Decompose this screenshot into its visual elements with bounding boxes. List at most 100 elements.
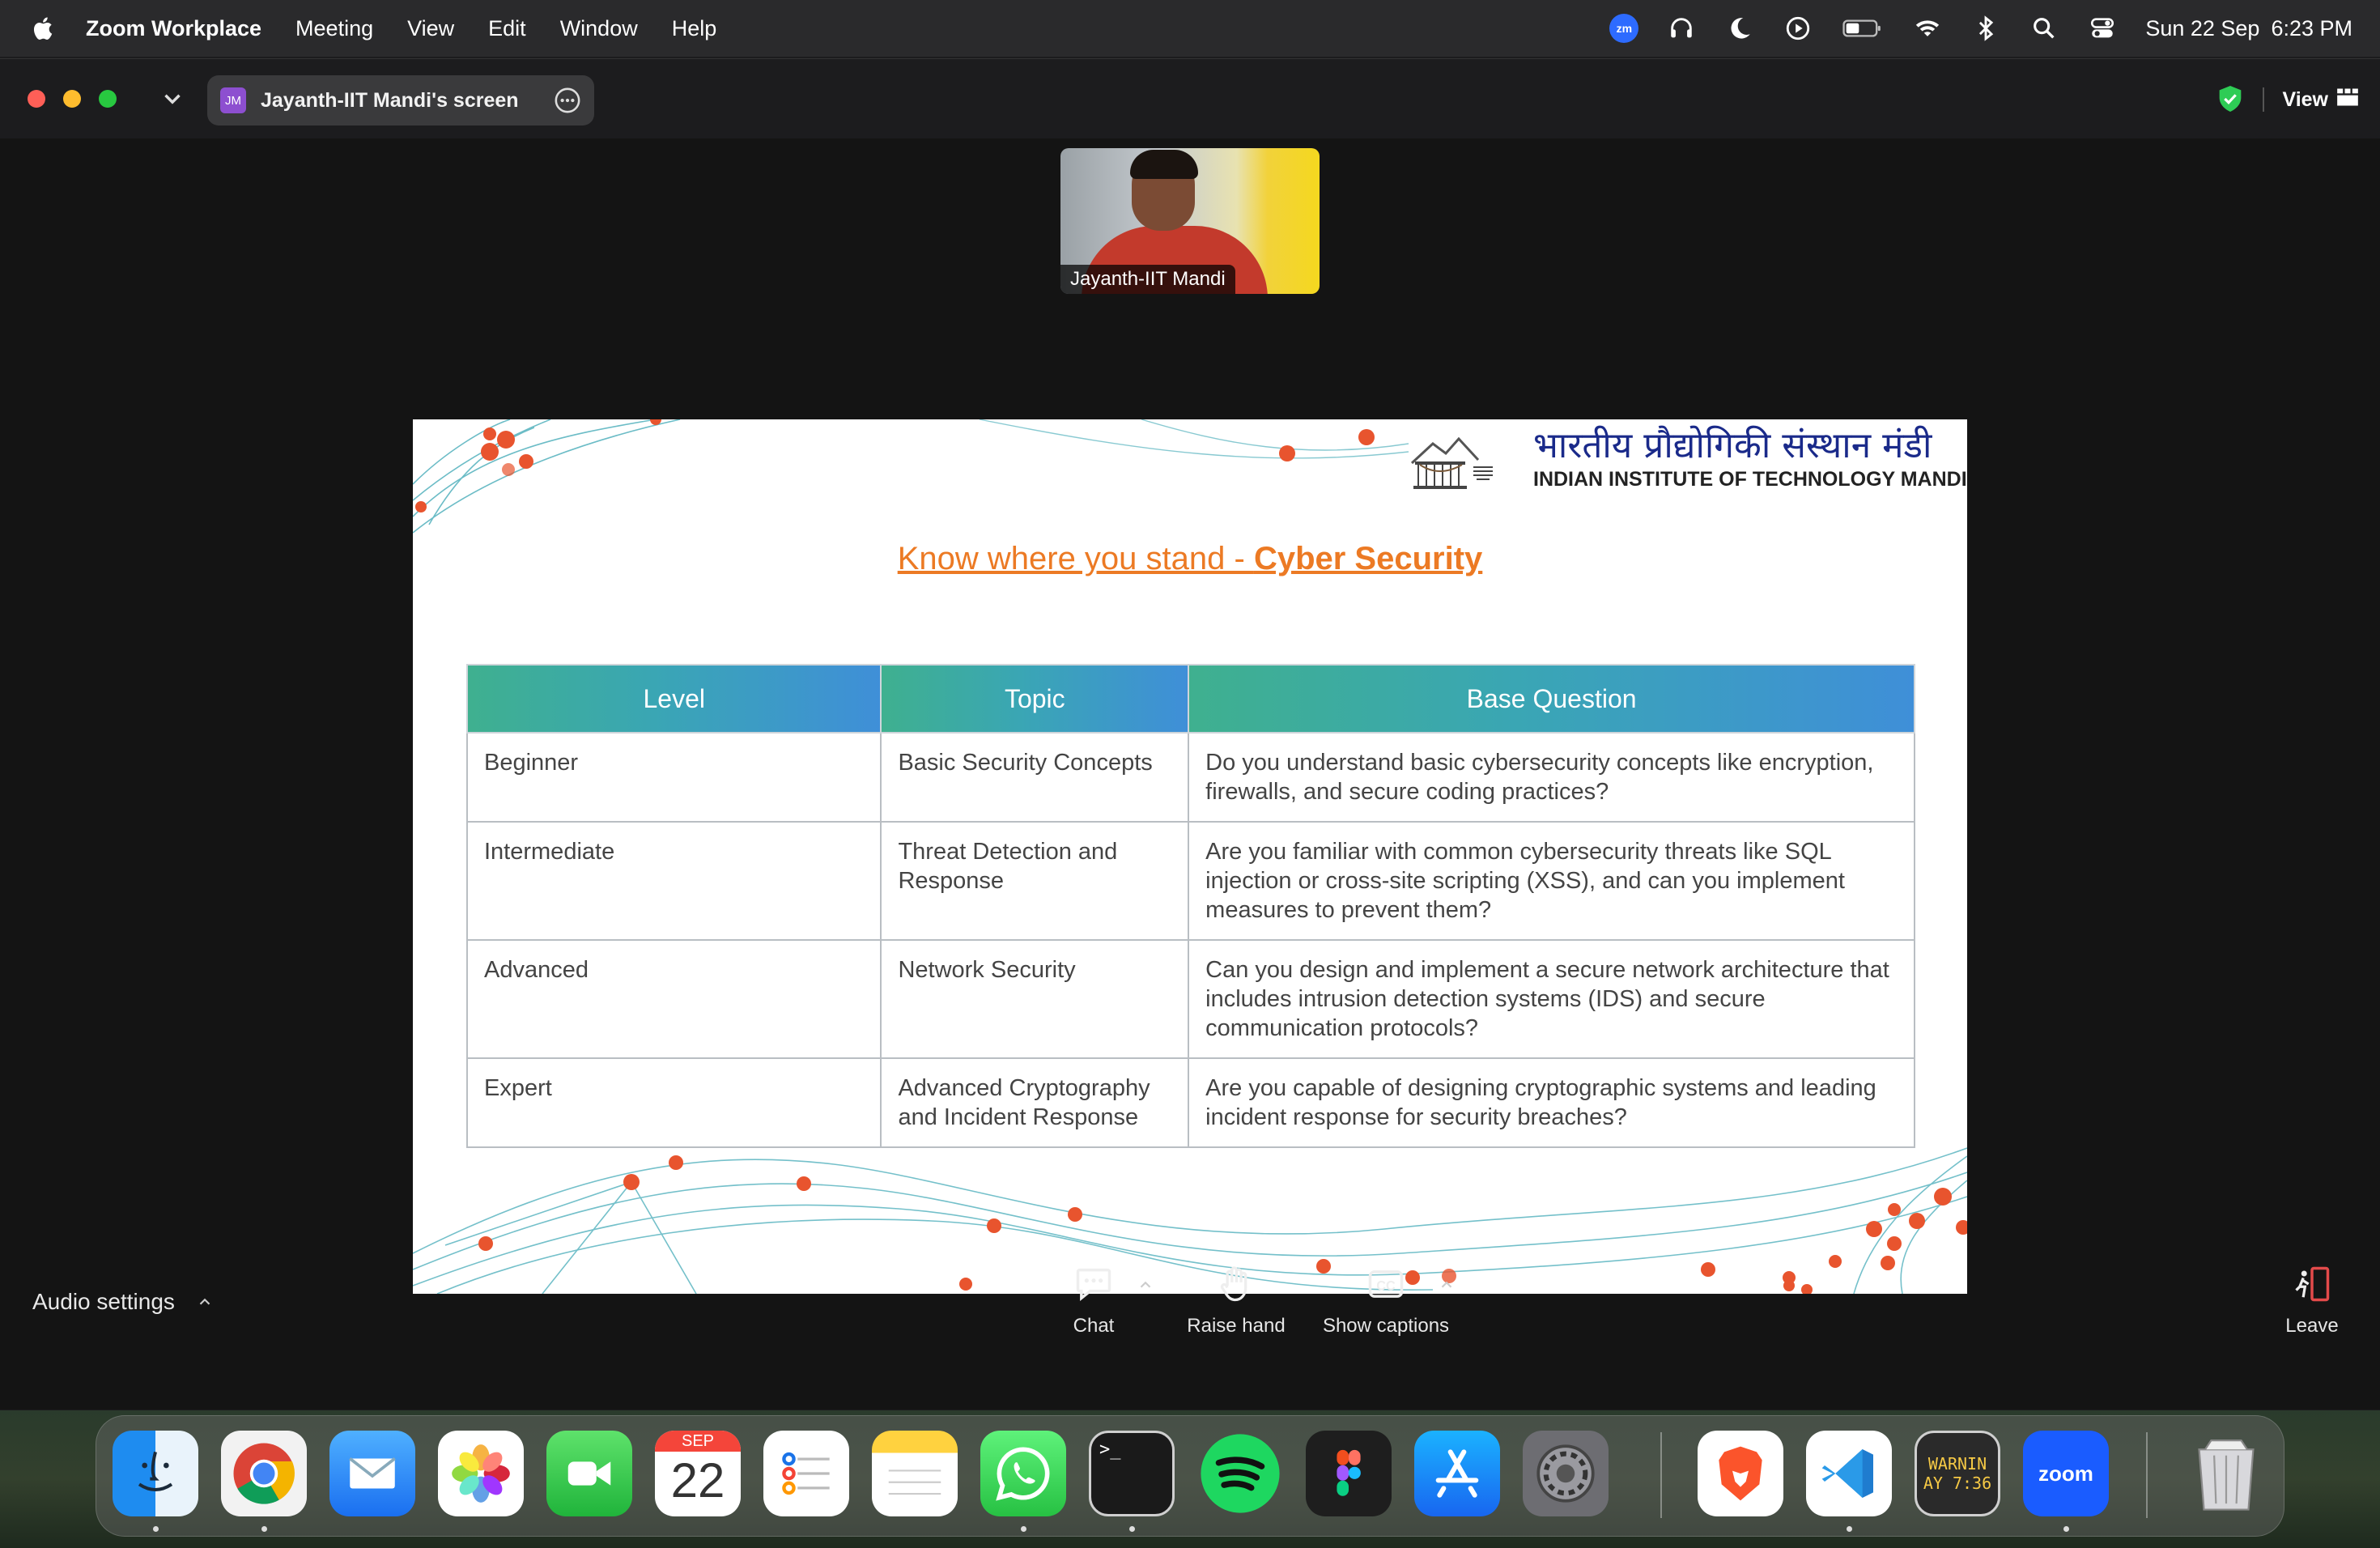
minimize-window-button[interactable] bbox=[63, 90, 81, 108]
chrome-app-icon[interactable] bbox=[221, 1431, 307, 1516]
headphones-icon[interactable] bbox=[1666, 13, 1697, 44]
menu-window[interactable]: Window bbox=[560, 16, 638, 41]
screen-share-label: Jayanth-IIT Mandi's screen bbox=[261, 88, 519, 112]
participant-video-thumbnail[interactable]: Jayanth-IIT Mandi bbox=[1060, 148, 1320, 294]
photos-app-icon[interactable] bbox=[438, 1431, 524, 1516]
vscode-app-icon[interactable] bbox=[1806, 1431, 1892, 1516]
topic-cell: Basic Security Concepts bbox=[880, 732, 1190, 823]
console-text-line-2: AY 7:36 bbox=[1923, 1474, 1992, 1493]
menubar-date[interactable]: Sun 22 Sep bbox=[2145, 16, 2259, 41]
raise-hand-button[interactable]: Raise hand bbox=[1182, 1263, 1290, 1337]
calendar-day: 22 bbox=[670, 1453, 725, 1508]
terminal-app-icon[interactable]: >_ bbox=[1089, 1431, 1175, 1516]
grid-view-icon bbox=[2336, 87, 2359, 113]
dock-separator bbox=[1660, 1432, 1662, 1518]
search-icon[interactable] bbox=[2029, 13, 2059, 44]
chat-icon bbox=[1076, 1268, 1111, 1301]
security-shield-icon[interactable] bbox=[2217, 84, 2245, 115]
institute-name-hindi: भारतीय प्रौद्योगिकी संस्थान मंडी bbox=[1533, 425, 1932, 466]
chat-options-caret-icon[interactable] bbox=[1137, 1276, 1154, 1294]
system-settings-app-icon[interactable] bbox=[1523, 1431, 1609, 1516]
moon-icon[interactable] bbox=[1724, 13, 1755, 44]
raise-hand-label: Raise hand bbox=[1187, 1315, 1286, 1337]
zoom-running-dot bbox=[2063, 1526, 2069, 1532]
zoom-window-button[interactable] bbox=[99, 90, 117, 108]
participant-initials-badge: JM bbox=[220, 87, 246, 113]
figma-app-icon[interactable] bbox=[1306, 1431, 1392, 1516]
trash-icon[interactable] bbox=[2183, 1431, 2269, 1516]
brave-app-icon[interactable] bbox=[1698, 1431, 1783, 1516]
institute-name-english: INDIAN INSTITUTE OF TECHNOLOGY MANDI bbox=[1533, 468, 1967, 491]
menu-meeting[interactable]: Meeting bbox=[295, 16, 373, 41]
view-button-label: View bbox=[2282, 87, 2328, 111]
table-row: Intermediate Threat Detection and Respon… bbox=[465, 821, 1915, 941]
menubar-time[interactable]: 6:23 PM bbox=[2271, 16, 2352, 41]
chat-label: Chat bbox=[1073, 1315, 1115, 1337]
shared-slide: भारतीय प्रौद्योगिकी संस्थान मंडी INDIAN … bbox=[413, 419, 1967, 1294]
whatsapp-app-icon[interactable] bbox=[980, 1431, 1066, 1516]
question-cell: Can you design and implement a secure ne… bbox=[1188, 939, 1915, 1059]
zoom-app-text: zoom bbox=[2038, 1461, 2093, 1486]
show-captions-label: Show captions bbox=[1322, 1315, 1450, 1337]
spotify-app-icon[interactable] bbox=[1197, 1431, 1283, 1516]
more-options-icon[interactable] bbox=[554, 87, 581, 114]
question-cell: Are you familiar with common cybersecuri… bbox=[1188, 821, 1915, 941]
reminders-app-icon[interactable] bbox=[763, 1431, 849, 1516]
participant-hair bbox=[1130, 150, 1198, 179]
view-controls: View bbox=[2217, 80, 2359, 119]
mail-app-icon[interactable] bbox=[329, 1431, 415, 1516]
closed-captions-icon: CC bbox=[1368, 1270, 1404, 1298]
question-cell: Are you capable of designing cryptograph… bbox=[1188, 1057, 1915, 1148]
control-center-icon[interactable] bbox=[2087, 13, 2118, 44]
dock-separator bbox=[2146, 1432, 2148, 1518]
raise-hand-icon bbox=[1220, 1266, 1247, 1302]
play-circle-icon[interactable] bbox=[1783, 13, 1813, 44]
view-button[interactable]: View bbox=[2282, 87, 2359, 113]
header-topic: Topic bbox=[880, 664, 1190, 734]
captions-options-caret-icon[interactable] bbox=[1438, 1276, 1456, 1294]
app-store-app-icon[interactable] bbox=[1414, 1431, 1500, 1516]
level-cell: Expert bbox=[465, 1057, 882, 1148]
topic-cell: Threat Detection and Response bbox=[880, 821, 1190, 941]
chat-button[interactable]: Chat bbox=[1064, 1263, 1124, 1337]
table-row: Advanced Network Security Can you design… bbox=[465, 939, 1915, 1059]
show-captions-button[interactable]: CC Show captions bbox=[1318, 1263, 1454, 1337]
menu-help[interactable]: Help bbox=[672, 16, 717, 41]
bluetooth-icon[interactable] bbox=[1970, 13, 2001, 44]
console-text-line-1: WARNIN bbox=[1927, 1454, 1987, 1474]
battery-icon[interactable] bbox=[1841, 13, 1885, 44]
screen-share-indicator[interactable]: JM Jayanth-IIT Mandi's screen bbox=[207, 75, 594, 125]
notes-app-icon[interactable] bbox=[872, 1431, 958, 1516]
leave-button[interactable]: Leave bbox=[2273, 1263, 2351, 1337]
table-row: Expert Advanced Cryptography and Inciden… bbox=[465, 1057, 1915, 1148]
audio-settings-button[interactable]: Audio settings bbox=[32, 1289, 214, 1315]
menu-edit[interactable]: Edit bbox=[488, 16, 526, 41]
whatsapp-running-dot bbox=[1021, 1526, 1026, 1532]
app-name-menu[interactable]: Zoom Workplace bbox=[86, 16, 261, 41]
view-divider bbox=[2263, 87, 2265, 112]
menu-view[interactable]: View bbox=[407, 16, 454, 41]
console-app-icon[interactable]: WARNIN AY 7:36 bbox=[1915, 1431, 2000, 1516]
facetime-app-icon[interactable] bbox=[546, 1431, 632, 1516]
audio-settings-label: Audio settings bbox=[32, 1289, 175, 1314]
terminal-running-dot bbox=[1129, 1526, 1135, 1532]
close-window-button[interactable] bbox=[28, 90, 45, 108]
zoom-status-icon[interactable]: zm bbox=[1609, 14, 1639, 43]
apple-menu-icon[interactable] bbox=[31, 14, 57, 43]
participant-name-label: Jayanth-IIT Mandi bbox=[1060, 265, 1235, 294]
table-row: Beginner Basic Security Concepts Do you … bbox=[465, 732, 1915, 823]
chevron-down-icon[interactable] bbox=[159, 85, 186, 113]
zoom-app-icon[interactable]: zoom bbox=[2023, 1431, 2109, 1516]
slide-title-topic: Cyber Security bbox=[1253, 541, 1483, 576]
svg-text:CC: CC bbox=[1376, 1279, 1396, 1294]
iit-mandi-logo bbox=[1409, 429, 1499, 494]
dock: SEP 22 >_ WARNIN AY 7:36 zoom bbox=[96, 1415, 2284, 1537]
wifi-icon[interactable] bbox=[1912, 13, 1943, 44]
finder-app-icon[interactable] bbox=[113, 1431, 198, 1516]
topic-cell: Network Security bbox=[880, 939, 1190, 1059]
level-cell: Beginner bbox=[465, 732, 882, 823]
chevron-up-icon bbox=[199, 1298, 210, 1305]
header-base-question: Base Question bbox=[1188, 664, 1915, 734]
menu-bar: Zoom Workplace Meeting View Edit Window … bbox=[0, 0, 2380, 57]
calendar-app-icon[interactable]: SEP 22 bbox=[655, 1431, 741, 1516]
